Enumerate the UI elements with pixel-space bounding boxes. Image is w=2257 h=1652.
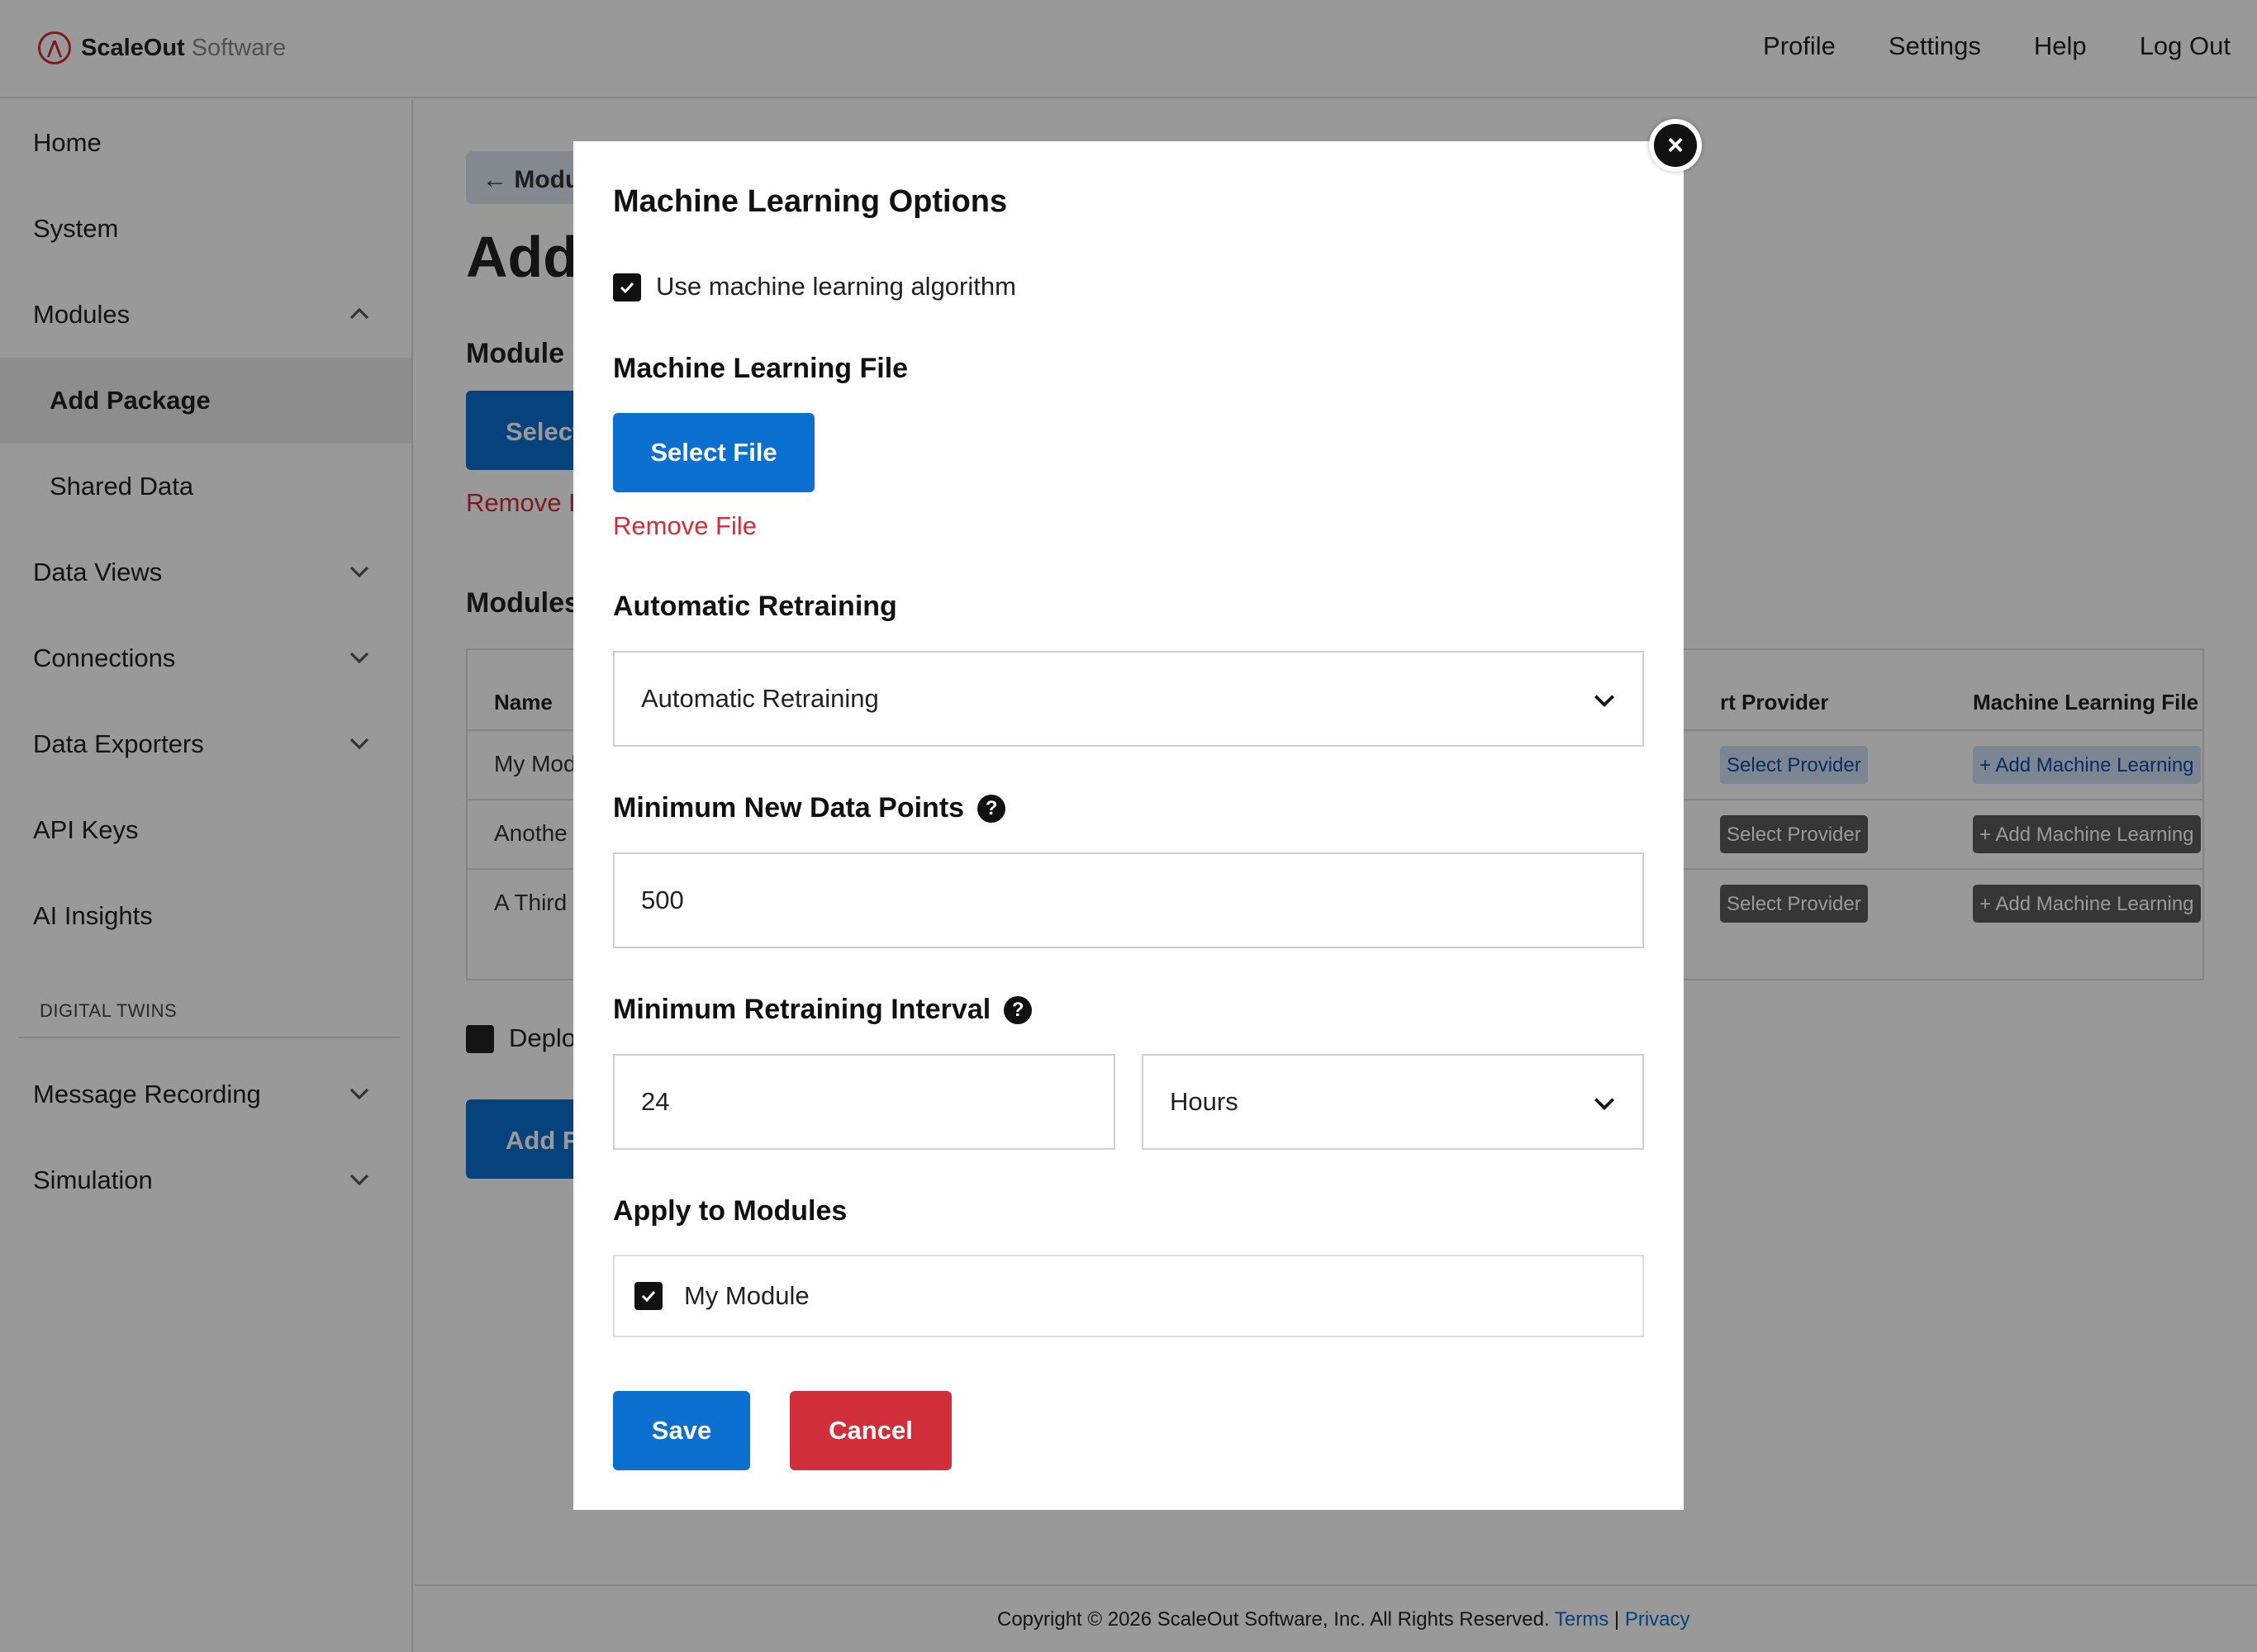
modal-title: Machine Learning Options (613, 184, 1008, 219)
min-points-value: 500 (641, 885, 684, 914)
save-button[interactable]: Save (613, 1391, 750, 1470)
close-icon: × (1667, 129, 1684, 161)
retraining-select[interactable]: Automatic Retraining (613, 651, 1644, 747)
checkmark-icon (641, 1290, 656, 1303)
apply-modules-heading-text: Apply to Modules (613, 1195, 848, 1227)
min-interval-heading-text: Minimum Retraining Interval (613, 994, 991, 1025)
ml-file-heading-text: Machine Learning File (613, 353, 909, 384)
chevron-down-icon (1591, 687, 1618, 714)
checkmark-icon (620, 282, 634, 294)
my-module-label: My Module (684, 1281, 810, 1310)
close-modal-button[interactable]: × (1649, 119, 1702, 172)
min-interval-heading: Minimum Retraining Interval ? (613, 994, 1033, 1026)
retraining-heading: Automatic Retraining (613, 591, 897, 623)
help-icon[interactable]: ? (977, 794, 1006, 823)
retraining-select-value: Automatic Retraining (641, 684, 879, 713)
apply-modules-heading: Apply to Modules (613, 1195, 847, 1227)
interval-value: 24 (641, 1087, 670, 1116)
min-points-heading: Minimum New Data Points ? (613, 792, 1006, 824)
ml-options-modal: Machine Learning Options Use machine lea… (573, 141, 1684, 1510)
retraining-heading-text: Automatic Retraining (613, 591, 897, 622)
modules-checklist: My Module (613, 1255, 1644, 1337)
ml-file-heading: Machine Learning File (613, 353, 908, 385)
min-points-heading-text: Minimum New Data Points (613, 792, 965, 824)
use-ml-checkbox[interactable] (613, 273, 641, 301)
interval-value-input[interactable]: 24 (613, 1054, 1115, 1150)
my-module-checkbox[interactable] (634, 1282, 663, 1310)
help-icon[interactable]: ? (1004, 995, 1033, 1024)
interval-unit-select[interactable]: Hours (1142, 1054, 1644, 1150)
min-points-input[interactable]: 500 (613, 852, 1644, 948)
cancel-button[interactable]: Cancel (790, 1391, 952, 1470)
select-file-button[interactable]: Select File (613, 413, 815, 492)
use-ml-label: Use machine learning algorithm (656, 272, 1016, 301)
chevron-down-icon (1591, 1090, 1618, 1117)
interval-unit-value: Hours (1170, 1087, 1238, 1116)
remove-file-link[interactable]: Remove File (613, 511, 757, 541)
